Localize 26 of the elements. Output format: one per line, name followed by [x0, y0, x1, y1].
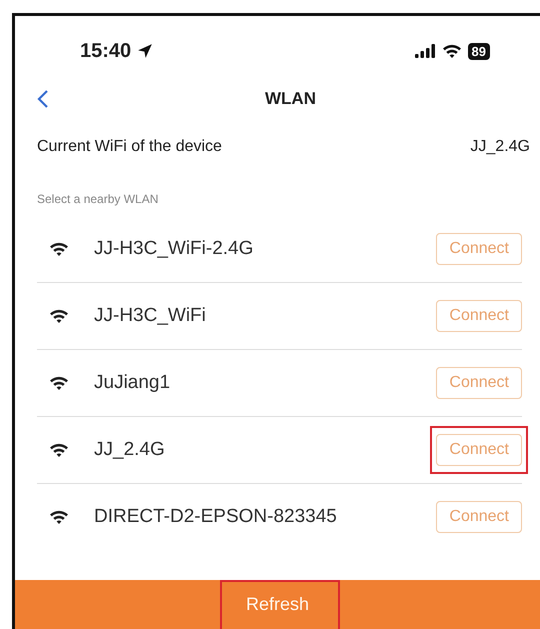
section-label: Select a nearby WLAN [36, 191, 160, 206]
connect-button[interactable]: Connect [436, 233, 522, 265]
battery-level: 89 [468, 42, 490, 60]
connect-button[interactable]: Connect [436, 367, 522, 399]
wifi-icon [49, 509, 69, 525]
connect-button[interactable]: Connect [436, 501, 522, 533]
connect-button[interactable]: Connect [436, 434, 522, 466]
wifi-icon [49, 442, 69, 458]
wifi-icon [442, 43, 462, 59]
connect-button[interactable]: Connect [436, 300, 522, 332]
network-name: JJ-H3C_WiFi-2.4G [94, 238, 254, 260]
current-wifi-value: JJ_2.4G [470, 138, 530, 156]
network-name: JuJiang1 [94, 372, 172, 394]
status-time: 15:40 [80, 40, 132, 62]
wifi-icon [49, 375, 69, 391]
location-arrow-icon [137, 43, 154, 59]
back-button[interactable] [37, 89, 49, 109]
page-title: WLAN [264, 89, 317, 109]
refresh-button[interactable]: Refresh [246, 594, 310, 615]
signal-bars-icon [414, 44, 436, 58]
network-name: JJ_2.4G [94, 439, 166, 461]
network-name: DIRECT-D2-EPSON-823345 [94, 506, 338, 528]
wifi-icon [49, 308, 69, 324]
wifi-icon [49, 241, 69, 257]
current-wifi-label: Current WiFi of the device [37, 138, 222, 156]
network-name: JJ-H3C_WiFi [94, 305, 207, 327]
